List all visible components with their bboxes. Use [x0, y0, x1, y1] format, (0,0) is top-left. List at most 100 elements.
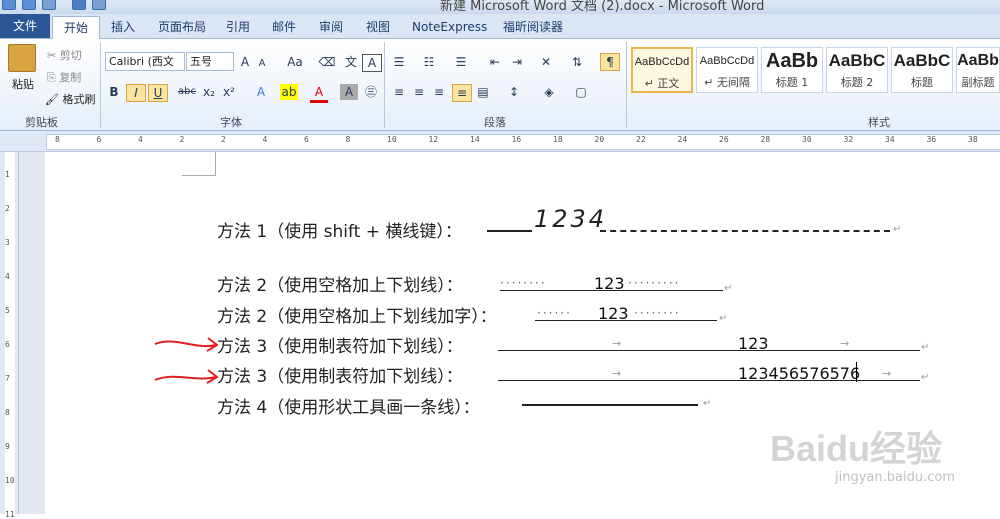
doc-line-1[interactable]: 方法 1（使用 shift + 横线键）： — [217, 217, 462, 242]
increase-indent-icon[interactable]: ⇥ — [508, 54, 526, 70]
chinese-layout-icon[interactable]: ✕ — [537, 54, 555, 70]
paragraph-mark: ↵ — [703, 398, 712, 409]
multilevel-list-icon[interactable]: ☰ — [452, 54, 470, 70]
borders-icon[interactable]: ▢ — [572, 84, 590, 100]
horizontal-ruler[interactable]: 8 6 4 2 2 4 6 8 10 12 14 16 18 20 22 24 26 28 30 32 34 36 38 — [0, 131, 1000, 152]
group-divider — [626, 42, 627, 128]
vruler-number: 11 — [5, 510, 15, 519]
underline-segment — [535, 320, 717, 321]
ruler-number: 20 — [594, 135, 605, 144]
align-left-icon[interactable]: ≡ — [390, 84, 408, 100]
shrink-font-icon[interactable]: A — [253, 56, 271, 72]
print-preview-icon[interactable] — [92, 0, 106, 10]
paste-icon[interactable] — [8, 44, 36, 72]
sort-icon[interactable]: ⇅ — [568, 54, 586, 70]
title-bar: 新建 Microsoft Word 文档 (2).docx - Microsof… — [0, 0, 1000, 14]
text-effects-icon[interactable]: A — [252, 84, 270, 100]
align-center-icon[interactable]: ≡ — [410, 84, 428, 100]
clear-format-icon[interactable]: ⌫ — [318, 54, 336, 70]
tab-file[interactable]: 文件 — [0, 14, 50, 38]
style-heading-1[interactable]: AaBb 标题 1 — [761, 47, 823, 93]
decrease-indent-icon[interactable]: ⇤ — [486, 54, 504, 70]
save-icon[interactable] — [22, 0, 36, 10]
numbering-icon[interactable]: ☷ — [420, 54, 438, 70]
bold-icon[interactable]: B — [105, 84, 123, 100]
distributed-icon[interactable]: ▤ — [474, 84, 492, 100]
ruler-track: 8 6 4 2 2 4 6 8 10 12 14 16 18 20 22 24 26 28 30 32 34 36 38 — [46, 134, 1000, 150]
doc-line-2[interactable]: 方法 2（使用空格加上下划线）： — [217, 271, 463, 296]
shading-icon[interactable]: ◈ — [540, 84, 558, 100]
tab-page-layout[interactable]: 页面布局 — [158, 17, 206, 37]
underline-icon[interactable]: U — [148, 84, 168, 102]
cut-button[interactable]: ✂ 剪切 — [47, 47, 82, 63]
style-title[interactable]: AaBbC 标题 — [891, 47, 953, 93]
vruler-number: 9 — [5, 442, 10, 451]
paragraph-mark: ↵ — [921, 342, 930, 353]
tab-references[interactable]: 引用 — [226, 17, 250, 37]
style-heading-2[interactable]: AaBbC 标题 2 — [826, 47, 888, 93]
justify-icon[interactable]: ≡ — [452, 84, 472, 102]
vruler-number: 6 — [5, 340, 10, 349]
redo-icon[interactable] — [72, 0, 86, 10]
style-no-spacing[interactable]: AaBbCcDd ↵ 无间隔 — [696, 47, 758, 93]
bullets-icon[interactable]: ☰ — [390, 54, 408, 70]
underline-segment — [498, 380, 920, 381]
line-spacing-icon[interactable]: ↕ — [505, 84, 523, 100]
font-name-box[interactable]: Calibri (西文 — [105, 52, 185, 71]
vruler-number: 2 — [5, 204, 10, 213]
window-title: 新建 Microsoft Word 文档 (2).docx - Microsof… — [440, 0, 765, 14]
strikethrough-icon[interactable]: abc — [178, 84, 196, 100]
ruler-number: 2 — [179, 135, 185, 144]
tab-view[interactable]: 视图 — [366, 17, 390, 37]
paragraph-group-label: 段落 — [484, 116, 506, 129]
char-border-icon[interactable]: A — [362, 54, 382, 72]
char-shading-icon[interactable]: A — [340, 84, 358, 100]
red-arrowhead-1 — [206, 337, 219, 352]
align-right-icon[interactable]: ≡ — [430, 84, 448, 100]
style-name: 标题 — [911, 76, 933, 89]
tab-noteexpress[interactable]: NoteExpress — [412, 17, 487, 37]
font-size-box[interactable]: 五号 — [186, 52, 234, 71]
font-color-icon[interactable]: A — [310, 84, 328, 103]
ruler-number: 34 — [885, 135, 895, 144]
underline-segment — [500, 290, 723, 291]
italic-icon[interactable]: I — [126, 84, 146, 102]
superscript-icon[interactable]: x² — [220, 84, 238, 100]
tab-insert[interactable]: 插入 — [111, 17, 135, 37]
tab-foxit-reader[interactable]: 福昕阅读器 — [503, 17, 563, 37]
tab-mark: → — [612, 337, 622, 350]
ruler-number: 22 — [636, 135, 646, 144]
grow-font-icon[interactable]: A — [236, 54, 254, 70]
tab-review[interactable]: 审阅 — [319, 17, 343, 37]
doc-line-3[interactable]: 方法 2（使用空格加上下划线加字）： — [217, 302, 497, 327]
space-marks: ········· — [628, 276, 681, 290]
format-painter-button[interactable]: 🖌 格式刷 — [45, 91, 95, 107]
show-marks-icon[interactable]: ¶ — [600, 53, 620, 71]
margin-corner-marker — [182, 152, 216, 176]
ribbon-tab-row: 插入 页面布局 引用 邮件 审阅 视图 NoteExpress 福昕阅读器 — [0, 14, 1000, 39]
highlight-icon[interactable]: ab — [280, 84, 298, 100]
drawn-shape-line[interactable] — [522, 404, 698, 406]
tab-mailings[interactable]: 邮件 — [272, 17, 296, 37]
underline-segment — [600, 230, 890, 232]
vertical-ruler[interactable]: 1 2 3 4 5 6 7 8 9 10 11 — [0, 152, 19, 519]
doc-line-6[interactable]: 方法 4（使用形状工具画一条线）： — [217, 393, 480, 418]
doc-line-4[interactable]: 方法 3（使用制表符加下划线）： — [217, 332, 463, 357]
subscript-icon[interactable]: x₂ — [200, 84, 218, 100]
ruler-number: 6 — [304, 135, 309, 144]
doc-line-5[interactable]: 方法 3（使用制表符加下划线）： — [217, 362, 463, 387]
undo-icon[interactable] — [42, 0, 56, 10]
copy-button[interactable]: ⎘ 复制 — [47, 69, 81, 85]
change-case-icon[interactable]: Aa — [286, 54, 304, 70]
paste-button[interactable]: 粘贴 — [6, 76, 40, 92]
ruler-number: 24 — [677, 135, 688, 144]
ruler-number: 16 — [511, 135, 522, 144]
tab-home[interactable]: 开始 — [52, 16, 100, 40]
ruler-number: 36 — [926, 135, 937, 144]
enclose-char-icon[interactable]: ㊂ — [362, 84, 380, 100]
red-arrowhead-2 — [206, 369, 219, 384]
style-normal[interactable]: AaBbCcDd ↵ 正文 — [631, 47, 693, 93]
ruler-number: 10 — [387, 135, 397, 144]
phonetic-guide-icon[interactable]: 文 — [342, 54, 360, 70]
style-subtitle[interactable]: AaBb 副标题 — [956, 47, 1000, 93]
